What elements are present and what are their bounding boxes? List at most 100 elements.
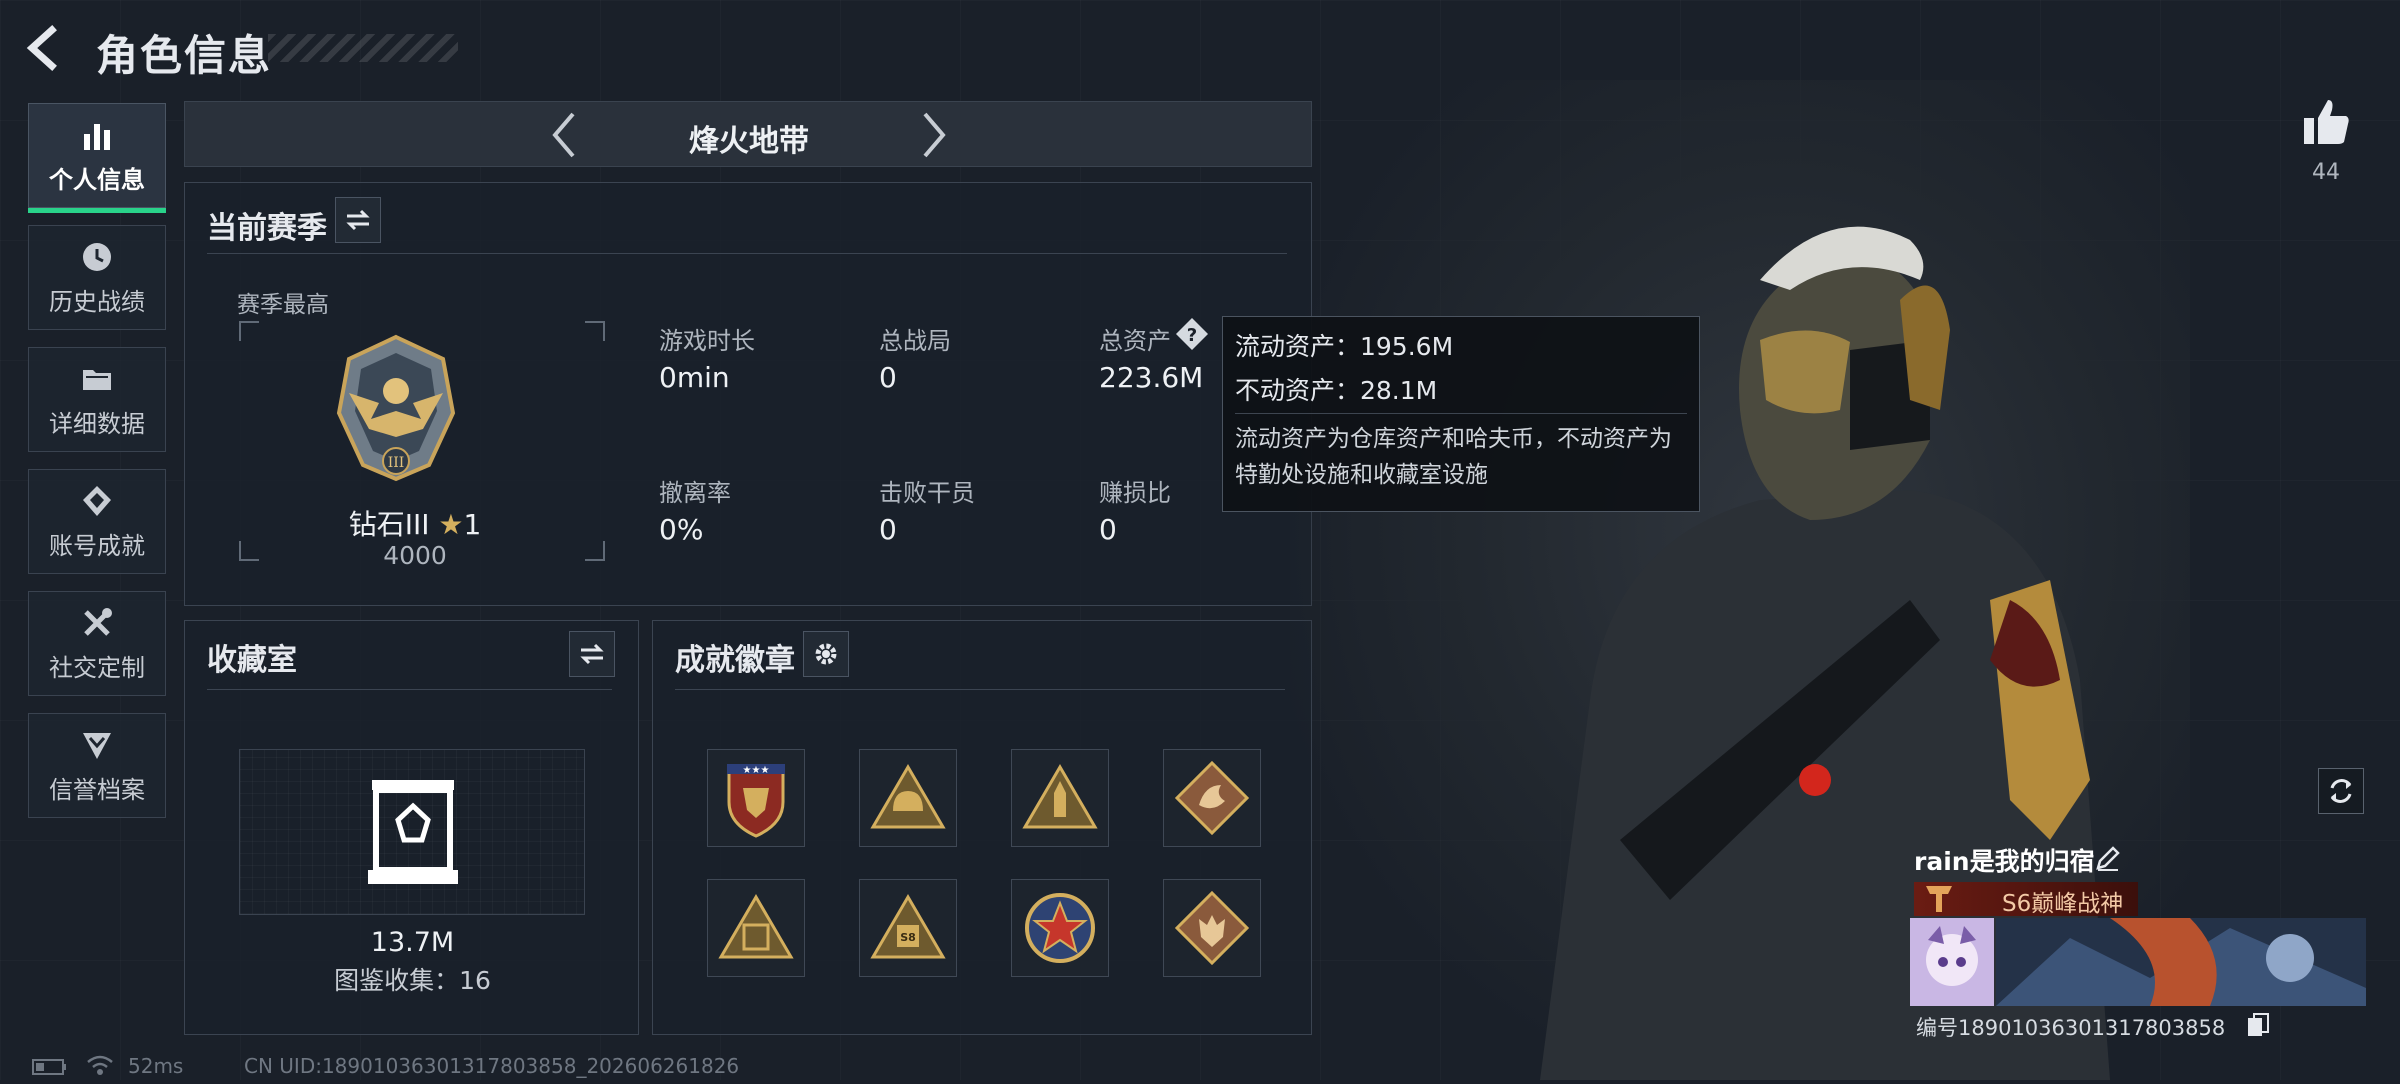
sidebar-item-details[interactable]: 详细数据 xyxy=(28,347,166,452)
folder-icon xyxy=(78,360,116,398)
player-name-text: rain是我的归宿 xyxy=(1914,847,2095,876)
badge-slot[interactable] xyxy=(707,879,805,977)
thumbs-up-icon xyxy=(2304,100,2349,144)
rank-stars: 1 xyxy=(463,508,482,541)
next-mode-button[interactable] xyxy=(913,110,953,160)
collection-panel: 收藏室 13.7M 图鉴收集：16 xyxy=(184,620,639,1035)
rank-score: 4000 xyxy=(383,541,447,570)
stat-value: 0% xyxy=(659,513,704,546)
stat-value: 0min xyxy=(659,361,730,394)
stat-label: 击败干员 xyxy=(879,479,975,507)
sidebar-item-label: 账号成就 xyxy=(49,532,145,560)
like-button[interactable] xyxy=(2300,96,2352,148)
player-id-text: 编号1890103630131780385​8 xyxy=(1916,1016,2226,1040)
achievement-icon xyxy=(78,482,116,520)
star-icon: ★ xyxy=(438,508,464,541)
gear-icon xyxy=(815,643,837,665)
battery-icon xyxy=(32,1058,68,1076)
round-star-badge-icon xyxy=(1025,893,1095,963)
badge-slot[interactable] xyxy=(1163,879,1261,977)
chevron-right-icon xyxy=(923,112,946,158)
stat-label: 游戏时长 xyxy=(659,327,755,355)
sidebar-item-label: 个人信息 xyxy=(49,166,145,194)
sidebar-item-achievements[interactable]: 账号成就 xyxy=(28,469,166,574)
swap-icon xyxy=(580,643,604,665)
rank-line: 钻石III ★1 xyxy=(185,503,645,543)
rank-title-icon xyxy=(1922,882,1956,916)
stat-label: 赚损比 xyxy=(1099,479,1171,507)
like-count: 44 xyxy=(2312,160,2340,185)
sidebar-item-social[interactable]: 社交定制 xyxy=(28,591,166,696)
shield-chevron-icon xyxy=(78,726,116,764)
season-panel: 当前赛季 赛季最高 III 钻石III ★1 4000 游戏时长 0min 总战… xyxy=(184,182,1312,606)
badge-slot[interactable]: S8 xyxy=(859,879,957,977)
collection-preview[interactable] xyxy=(239,749,585,915)
stat-value: 0 xyxy=(1099,513,1117,546)
triangle-helmet-badge-icon xyxy=(870,764,946,829)
stat-label: 撤离率 xyxy=(659,479,731,507)
sidebar-item-history[interactable]: 历史战绩 xyxy=(28,225,166,330)
divider xyxy=(207,253,1287,254)
collection-value: 13.7M xyxy=(370,927,455,958)
sidebar-item-reputation[interactable]: 信誉档案 xyxy=(28,713,166,818)
bar-chart-icon xyxy=(78,116,116,154)
triangle-s8-badge-icon: S8 xyxy=(870,894,946,959)
rank-emblem-icon: III xyxy=(331,333,461,483)
title-decoration xyxy=(268,34,458,62)
svg-text:III: III xyxy=(388,455,405,471)
divider xyxy=(207,689,612,690)
liquid-assets: 流动资产：195.6M xyxy=(1235,332,1454,361)
ping: 52ms xyxy=(128,1054,184,1078)
refresh-icon xyxy=(2330,779,2352,803)
diamond-dragon-badge-icon xyxy=(1175,761,1249,835)
svg-text:?: ? xyxy=(1187,325,1197,346)
wifi-icon xyxy=(86,1054,114,1076)
collection-catalog: 图鉴收集：16 xyxy=(334,966,491,995)
sidebar-item-label: 详细数据 xyxy=(49,410,145,438)
rank-title-banner: S6巅峰战神 xyxy=(1914,882,2138,917)
help-icon[interactable]: ? xyxy=(1175,317,1209,351)
season-best-label: 赛季最高 xyxy=(237,292,329,318)
svg-text:S8: S8 xyxy=(900,931,916,944)
badge-slot[interactable] xyxy=(1011,749,1109,847)
mode-title: 烽火地带 xyxy=(689,124,809,159)
season-switch-button[interactable] xyxy=(335,197,381,243)
sidebar-item-profile[interactable]: 个人信息 xyxy=(28,103,166,213)
cn-uid: CN UID:18901036301317803858_202606261826 xyxy=(244,1054,740,1078)
copy-icon xyxy=(2248,1013,2269,1036)
display-case-icon xyxy=(366,776,460,888)
rank-name: 钻石III xyxy=(348,508,430,541)
assets-description: 流动资产为仓库资产和哈夫币，不动资产为特勤处设施和收藏室设施 xyxy=(1235,426,1672,488)
badge-slot[interactable] xyxy=(859,749,957,847)
page-title: 角色信息 xyxy=(96,31,273,80)
frame-corner xyxy=(585,321,605,341)
sidebar-item-label: 社交定制 xyxy=(49,654,145,682)
svg-text:★★★: ★★★ xyxy=(743,765,770,776)
diamond-wolf-badge-icon xyxy=(1175,891,1249,965)
collection-switch-button[interactable] xyxy=(569,631,615,677)
badge-slot[interactable] xyxy=(1011,879,1109,977)
season-title: 当前赛季 xyxy=(207,211,327,246)
mode-selector: 烽火地带 xyxy=(184,101,1312,167)
copy-id-button[interactable] xyxy=(2246,1012,2270,1038)
back-button[interactable] xyxy=(22,22,78,74)
stat-label: 总资产 xyxy=(1099,327,1171,355)
player-banner[interactable] xyxy=(1910,918,2366,1006)
collection-title: 收藏室 xyxy=(207,643,297,678)
badges-title: 成就徽章 xyxy=(675,643,795,678)
refresh-button[interactable] xyxy=(2318,768,2364,814)
divider xyxy=(675,689,1285,690)
badge-slot[interactable] xyxy=(1163,749,1261,847)
tools-icon xyxy=(78,604,116,642)
triangle-rocket-badge-icon xyxy=(1022,764,1098,829)
clock-icon xyxy=(78,238,116,276)
stat-value: 0 xyxy=(879,513,897,546)
pencil-icon xyxy=(2096,846,2120,871)
edit-name-button[interactable] xyxy=(2094,844,2122,872)
badge-slot[interactable]: ★★★ xyxy=(707,749,805,847)
back-arrow-icon xyxy=(26,25,57,71)
swap-icon xyxy=(346,209,370,231)
stat-label: 总战局 xyxy=(879,327,951,355)
triangle-box-badge-icon xyxy=(718,894,794,959)
badges-settings-button[interactable] xyxy=(803,631,849,677)
